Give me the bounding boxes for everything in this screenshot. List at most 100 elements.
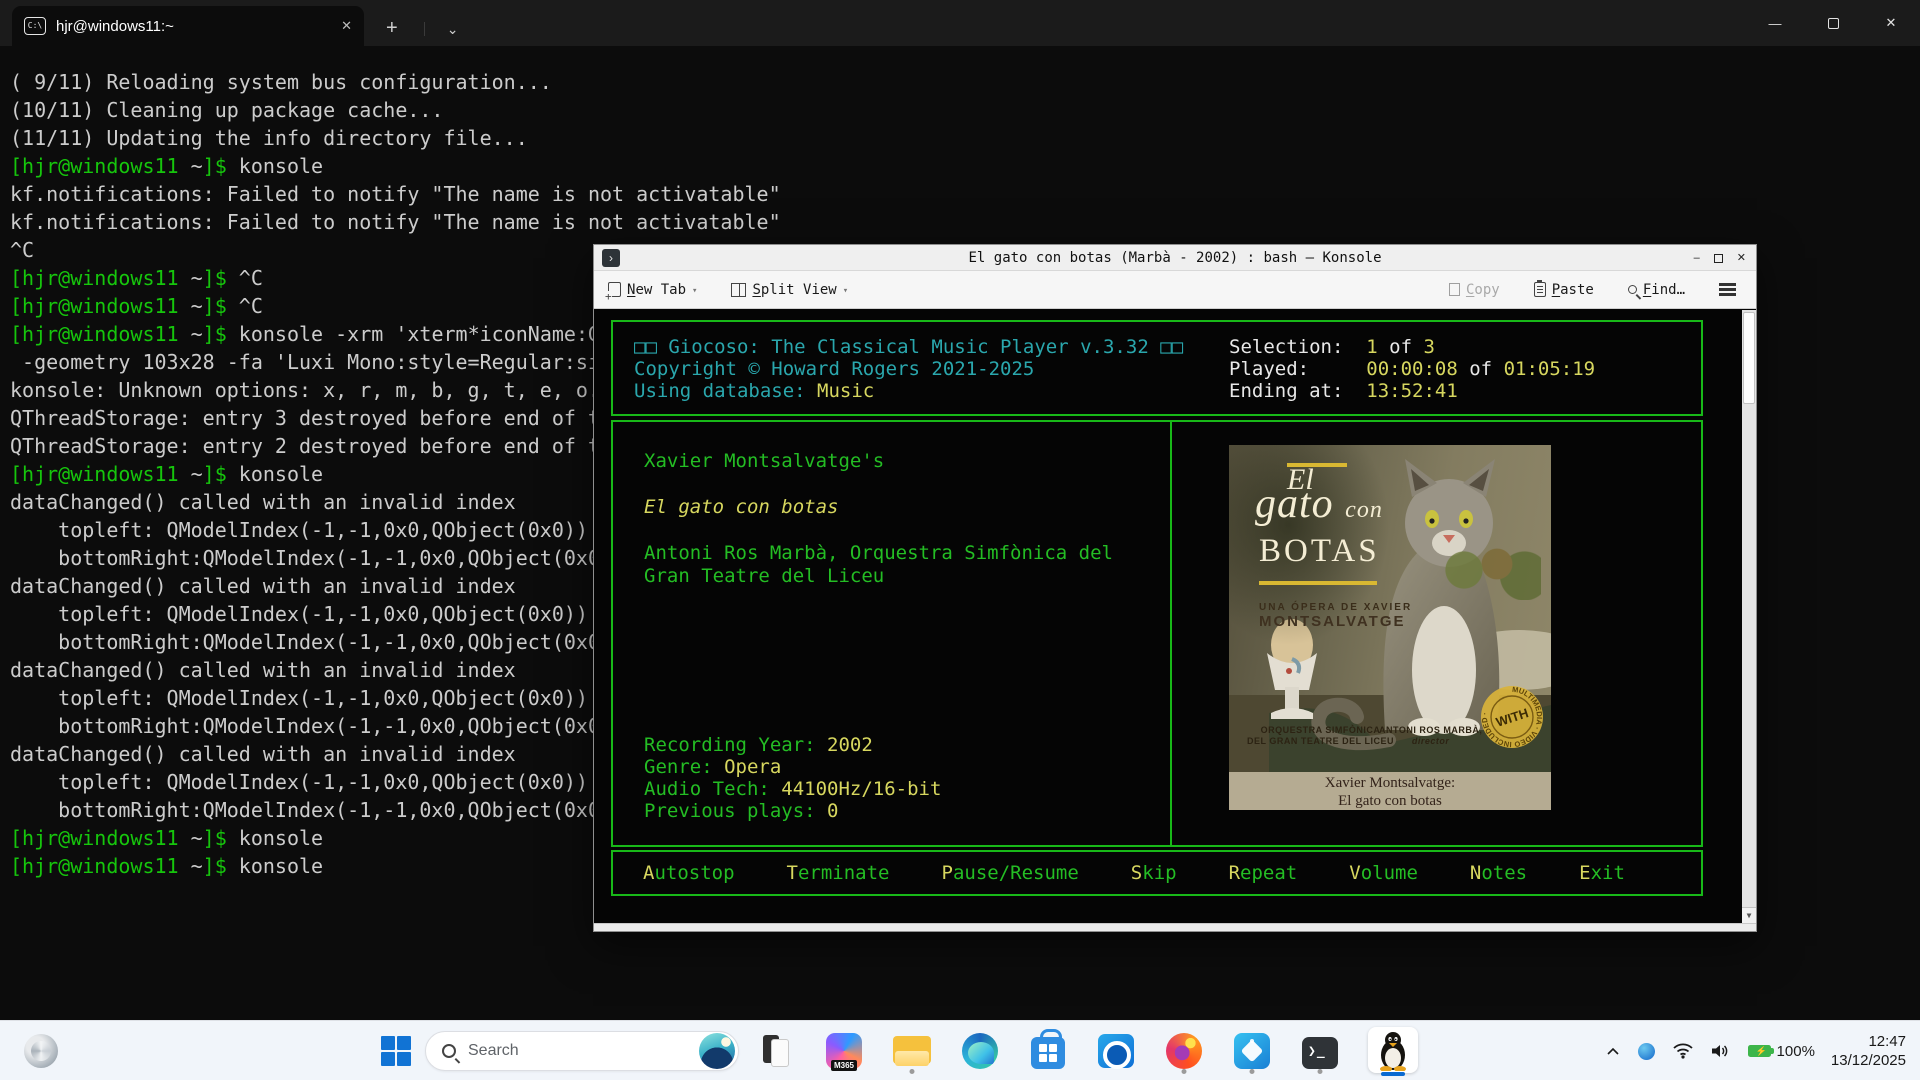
desktop: C:\ hjr@windows11:~ ✕ + ⌄ — ✕ ( 9/11) Re…: [0, 0, 1920, 1080]
giocoso-menu-skip[interactable]: Skip: [1131, 862, 1177, 884]
find-toolbar-button[interactable]: Find…: [1628, 282, 1685, 298]
volume-icon[interactable]: [1711, 1043, 1730, 1059]
terminal-line: ( 9/11) Reloading system bus configurati…: [10, 68, 1920, 96]
search-box[interactable]: Search: [425, 1031, 739, 1071]
giocoso-info-line: Antoni Ros Marbà, Orquestra Simfònica de…: [644, 542, 1113, 565]
chevron-down-icon: ▾: [843, 286, 848, 296]
search-placeholder: Search: [468, 1042, 699, 1060]
system-tray: ⚡ 100% 12:47 13/12/2025: [1606, 1021, 1920, 1080]
windows-logo-icon: [381, 1036, 411, 1066]
giocoso-status-line: Selection: 1 of 3: [1229, 336, 1595, 358]
giocoso-detail-line: Genre: Opera: [644, 756, 941, 778]
cover-rule-bottom: [1259, 581, 1377, 585]
new-tab-toolbar-button[interactable]: New Tab ▾: [608, 282, 697, 298]
split-view-toolbar-button[interactable]: Split View ▾: [731, 282, 848, 298]
device-icon: [763, 1035, 789, 1067]
taskbar-item-m365[interactable]: M365: [823, 1027, 865, 1075]
taskbar-item-file-explorer[interactable]: [891, 1027, 933, 1075]
taskbar: Search M365: [0, 1020, 1920, 1080]
paste-icon: [1534, 282, 1546, 297]
giocoso-info-line: El gato con botas: [644, 496, 1113, 519]
giocoso-menu-repeat[interactable]: Repeat: [1229, 862, 1298, 884]
taskbar-item-edge[interactable]: [959, 1027, 1001, 1075]
konsole-bottom-frame: [594, 923, 1756, 931]
taskbar-item-linux-active[interactable]: [1367, 1025, 1419, 1077]
split-view-icon: [731, 283, 746, 297]
konsole-maximize-button[interactable]: [1714, 254, 1723, 263]
paste-toolbar-button[interactable]: Paste: [1534, 282, 1594, 298]
konsole-scrollbar[interactable]: ▼: [1742, 310, 1756, 923]
tray-chevron-up-icon[interactable]: [1606, 1047, 1620, 1056]
terminal-tab-bar: C:\ hjr@windows11:~ ✕ + ⌄ — ✕: [0, 0, 1920, 46]
window-caption-buttons: — ✕: [1746, 0, 1920, 46]
taskbar-item-device[interactable]: [755, 1027, 797, 1075]
album-cover: El gato con BOTAS UNA ÓPERA DE XAVIER MO…: [1229, 445, 1551, 772]
terminal-tab[interactable]: C:\ hjr@windows11:~ ✕: [12, 6, 364, 46]
konsole-minimize-button[interactable]: –: [1694, 253, 1700, 264]
giocoso-info-line: [644, 519, 1113, 542]
giocoso-play-status: Selection: 1 of 3Played: 00:00:08 of 01:…: [1229, 336, 1595, 402]
giocoso-header-line: □□ Giocoso: The Classical Music Player v…: [634, 336, 1183, 358]
giocoso-status-line: Played: 00:00:08 of 01:05:19: [1229, 358, 1595, 380]
scrollbar-thumb[interactable]: [1743, 312, 1755, 404]
cover-credit-conductor: ANTONI ROS MARBÀ,director: [1379, 725, 1482, 747]
taskbar-item-photos[interactable]: [1231, 1027, 1273, 1075]
hamburger-icon: [1719, 283, 1736, 285]
tux-penguin-icon: [1376, 1031, 1410, 1071]
album-caption-line1: Xavier Montsalvatge:: [1229, 774, 1551, 792]
album-art: El gato con BOTAS UNA ÓPERA DE XAVIER MO…: [1229, 445, 1551, 810]
album-caption-line2: El gato con botas: [1229, 792, 1551, 810]
bing-daily-image-icon[interactable]: [699, 1033, 735, 1069]
new-tab-icon: [608, 282, 621, 297]
terminal-line: kf.notifications: Failed to notify "The …: [10, 180, 1920, 208]
taskbar-item-terminal[interactable]: [1299, 1027, 1341, 1075]
start-button[interactable]: [377, 1032, 415, 1070]
cover-title-gato-con: gato con: [1255, 493, 1383, 521]
firefox-icon: [1166, 1033, 1202, 1069]
giocoso-header-line: Using database: Music: [634, 380, 1183, 402]
konsole-titlebar[interactable]: › El gato con botas (Marbà - 2002) : bas…: [594, 245, 1756, 271]
clock[interactable]: 12:47 13/12/2025: [1831, 1032, 1906, 1070]
tray-blue-status-icon[interactable]: [1638, 1043, 1655, 1060]
giocoso-menu-exit[interactable]: Exit: [1579, 862, 1625, 884]
terminal-tab-title: hjr@windows11:~: [56, 18, 333, 35]
giocoso-menu-autostop[interactable]: Autostop: [643, 862, 735, 884]
giocoso-menu-volume[interactable]: Volume: [1349, 862, 1418, 884]
battery-status[interactable]: ⚡ 100%: [1748, 1043, 1815, 1060]
maximize-button[interactable]: [1804, 0, 1862, 46]
multimedia-badge: MULTIMEDIA · VIDEO INCLUDED · WITH: [1479, 684, 1545, 750]
tab-close-icon[interactable]: ✕: [341, 18, 352, 34]
giocoso-tui: Autostop Terminate Pause/Resume Skip Repeat V…: [594, 310, 1756, 923]
taskbar-item-firefox[interactable]: [1163, 1027, 1205, 1075]
terminal-line: kf.notifications: Failed to notify "The …: [10, 208, 1920, 236]
giocoso-header-line: Copyright © Howard Rogers 2021-2025: [634, 358, 1183, 380]
giocoso-detail-line: Audio Tech: 44100Hz/16-bit: [644, 778, 941, 800]
giocoso-app-info: □□ Giocoso: The Classical Music Player v…: [634, 336, 1183, 402]
album-caption: Xavier Montsalvatge: El gato con botas: [1229, 772, 1551, 810]
chevron-down-icon: ▾: [692, 286, 697, 296]
battery-icon: ⚡: [1748, 1045, 1771, 1057]
terminal-icon: [1302, 1037, 1338, 1069]
close-button[interactable]: ✕: [1862, 0, 1920, 46]
cover-fruit: [1431, 540, 1541, 600]
giocoso-menu-terminate[interactable]: Terminate: [787, 862, 890, 884]
copy-toolbar-button[interactable]: Copy: [1449, 282, 1500, 298]
taskbar-item-store[interactable]: [1027, 1027, 1069, 1075]
konsole-toolbar: New Tab ▾ Split View ▾ Copy Paste Find…: [594, 271, 1756, 309]
new-tab-button[interactable]: +: [386, 18, 398, 38]
giocoso-menu-pause-resume[interactable]: Pause/Resume: [942, 862, 1079, 884]
konsole-close-button[interactable]: ✕: [1737, 253, 1746, 264]
tray-time: 12:47: [1831, 1032, 1906, 1051]
minimize-button[interactable]: —: [1746, 0, 1804, 46]
konsole-title: El gato con botas (Marbà - 2002) : bash …: [594, 250, 1756, 266]
giocoso-info-line: Gran Teatre del Liceu: [644, 565, 1113, 588]
widgets-icon[interactable]: [24, 1034, 58, 1068]
tab-dropdown-icon[interactable]: ⌄: [424, 22, 459, 36]
copy-icon: [1449, 283, 1460, 296]
taskbar-item-outlook[interactable]: [1095, 1027, 1137, 1075]
scroll-down-arrow-icon[interactable]: ▼: [1742, 907, 1756, 923]
giocoso-menu-notes[interactable]: Notes: [1470, 862, 1527, 884]
giocoso-track-info: Xavier Montsalvatge's El gato con botas …: [644, 450, 1113, 588]
wifi-icon[interactable]: [1673, 1043, 1693, 1059]
outlook-icon: [1098, 1034, 1134, 1068]
